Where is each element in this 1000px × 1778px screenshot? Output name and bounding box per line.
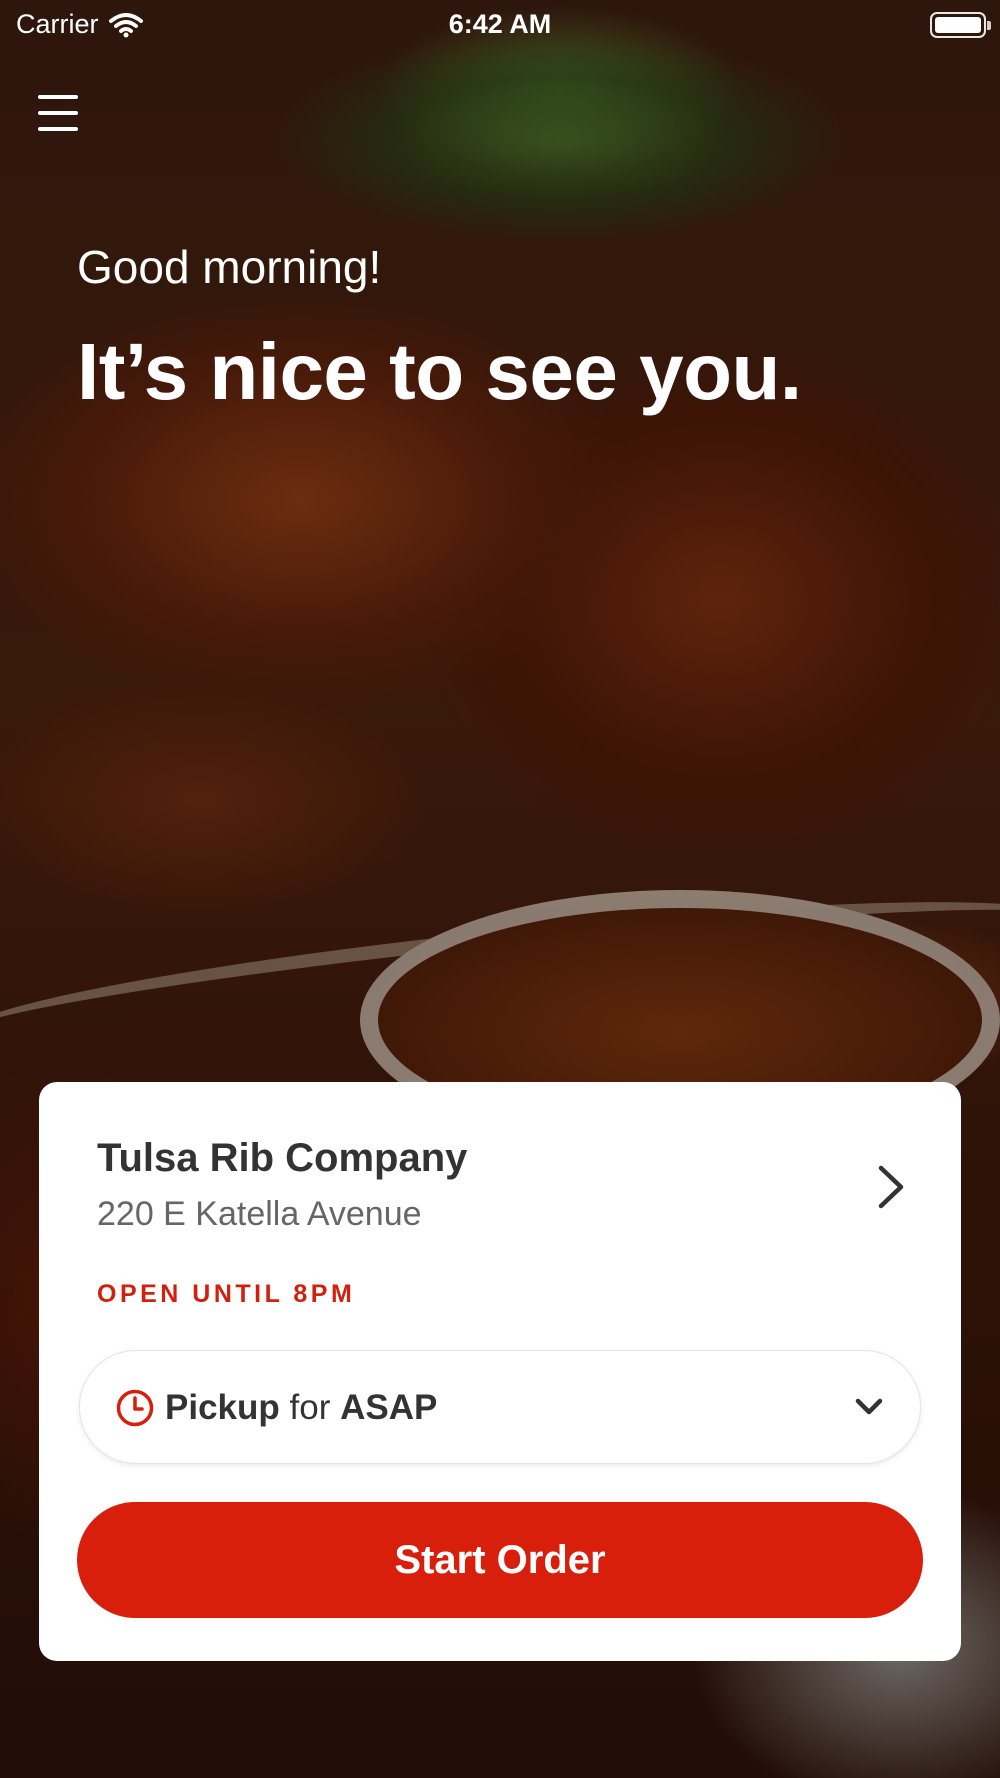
order-mode-value: Pickup — [165, 1388, 280, 1427]
order-mode-connector: for — [289, 1388, 331, 1427]
greeting-text: Good morning! — [77, 241, 382, 293]
chevron-down-icon — [855, 1398, 883, 1415]
order-time-value: ASAP — [340, 1388, 438, 1427]
store-card: Tulsa Rib Company 220 E Katella Avenue O… — [39, 1082, 961, 1661]
order-mode-selector[interactable]: Pickup for ASAP — [79, 1350, 921, 1464]
status-time: 6:42 AM — [448, 9, 552, 39]
open-status-label: OPEN UNTIL 8PM — [97, 1280, 356, 1308]
battery-icon — [930, 12, 991, 38]
chevron-right-icon[interactable] — [877, 1164, 905, 1210]
clock-icon — [116, 1389, 154, 1427]
headline-text: It’s nice to see you. — [77, 327, 802, 416]
hamburger-menu-icon[interactable] — [38, 95, 78, 131]
start-order-button[interactable]: Start Order — [77, 1502, 923, 1618]
status-bar: Carrier 6:42 AM — [0, 0, 1000, 50]
order-mode-text: Pickup for ASAP — [165, 1388, 437, 1428]
store-address[interactable]: 220 E Katella Avenue — [97, 1195, 422, 1234]
store-name[interactable]: Tulsa Rib Company — [97, 1136, 467, 1181]
